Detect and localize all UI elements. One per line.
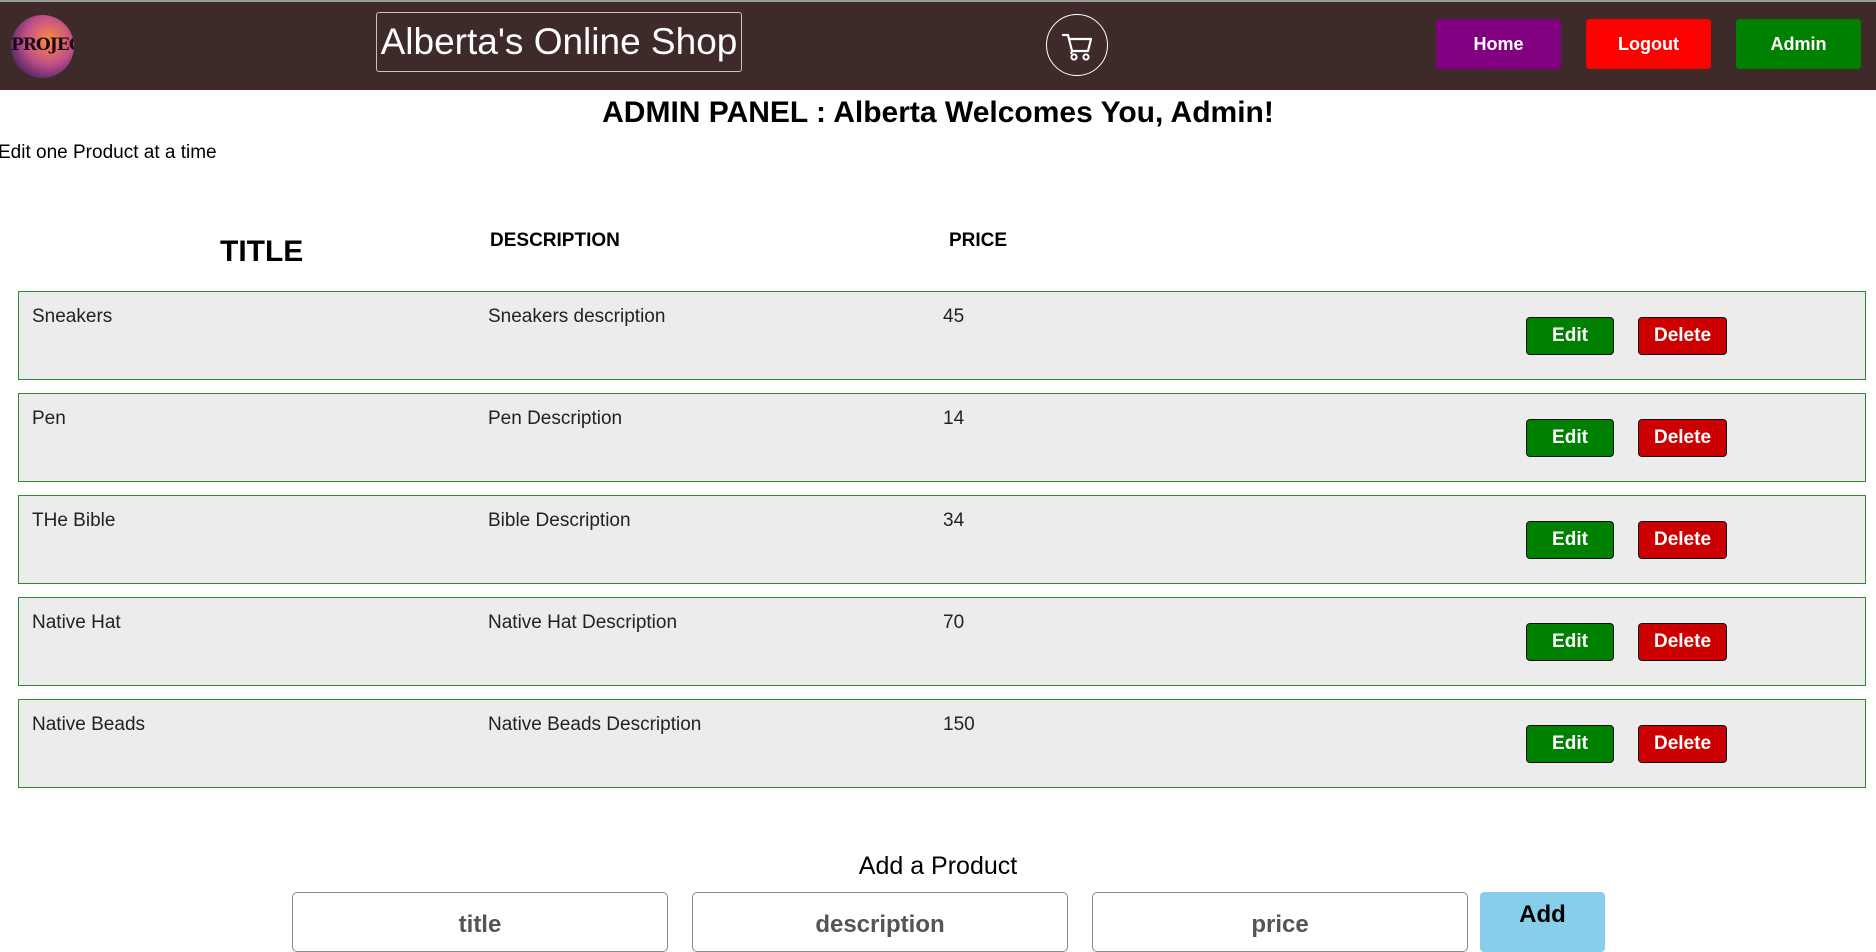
product-price: 34 bbox=[943, 510, 965, 531]
delete-button[interactable]: Delete bbox=[1638, 317, 1727, 355]
edit-button[interactable]: Edit bbox=[1526, 725, 1614, 763]
product-description: Native Beads Description bbox=[488, 714, 702, 735]
edit-button[interactable]: Edit bbox=[1526, 521, 1614, 559]
column-header-description: DESCRIPTION bbox=[490, 230, 620, 251]
title-input[interactable] bbox=[292, 892, 668, 952]
column-header-price: PRICE bbox=[949, 230, 1008, 251]
logo[interactable]: PROJECT bbox=[11, 15, 74, 78]
logo-text: PROJECT bbox=[11, 35, 74, 55]
product-title: Native Beads bbox=[32, 714, 146, 735]
price-input[interactable] bbox=[1092, 892, 1468, 952]
brand-title[interactable]: Alberta's Online Shop bbox=[376, 12, 742, 72]
logout-button[interactable]: Logout bbox=[1586, 19, 1711, 69]
product-row: Sneakers Sneakers description 45 Edit De… bbox=[18, 291, 1866, 380]
product-description: Native Hat Description bbox=[488, 612, 678, 633]
add-button[interactable]: Add bbox=[1480, 892, 1605, 952]
description-input[interactable] bbox=[692, 892, 1068, 952]
product-price: 70 bbox=[943, 612, 965, 633]
product-title: THe Bible bbox=[32, 510, 116, 531]
product-price: 150 bbox=[943, 714, 975, 735]
delete-button[interactable]: Delete bbox=[1638, 419, 1727, 457]
delete-button[interactable]: Delete bbox=[1638, 725, 1727, 763]
admin-button[interactable]: Admin bbox=[1736, 19, 1861, 69]
delete-button[interactable]: Delete bbox=[1638, 623, 1727, 661]
product-title: Sneakers bbox=[32, 306, 113, 327]
edit-button[interactable]: Edit bbox=[1526, 317, 1614, 355]
product-title: Pen bbox=[32, 408, 66, 429]
product-description: Bible Description bbox=[488, 510, 631, 531]
cart-icon bbox=[1061, 33, 1093, 61]
cart-button[interactable] bbox=[1046, 14, 1108, 76]
product-row: THe Bible Bible Description 34 Edit Dele… bbox=[18, 495, 1866, 584]
product-title: Native Hat bbox=[32, 612, 121, 633]
product-row: Native Hat Native Hat Description 70 Edi… bbox=[18, 597, 1866, 686]
delete-button[interactable]: Delete bbox=[1638, 521, 1727, 559]
product-price: 14 bbox=[943, 408, 965, 429]
edit-button[interactable]: Edit bbox=[1526, 623, 1614, 661]
page-subtitle: Edit one Product at a time bbox=[0, 142, 217, 163]
page-title: ADMIN PANEL : Alberta Welcomes You, Admi… bbox=[602, 96, 1274, 129]
column-header-title: TITLE bbox=[220, 235, 304, 268]
navbar: PROJECT Alberta's Online Shop Home Logou… bbox=[0, 2, 1876, 90]
home-button[interactable]: Home bbox=[1436, 19, 1561, 69]
product-description: Sneakers description bbox=[488, 306, 666, 327]
product-description: Pen Description bbox=[488, 408, 623, 429]
product-row: Native Beads Native Beads Description 15… bbox=[18, 699, 1866, 788]
product-price: 45 bbox=[943, 306, 965, 327]
add-product-heading: Add a Product bbox=[858, 852, 1018, 880]
edit-button[interactable]: Edit bbox=[1526, 419, 1614, 457]
product-row: Pen Pen Description 14 Edit Delete bbox=[18, 393, 1866, 482]
